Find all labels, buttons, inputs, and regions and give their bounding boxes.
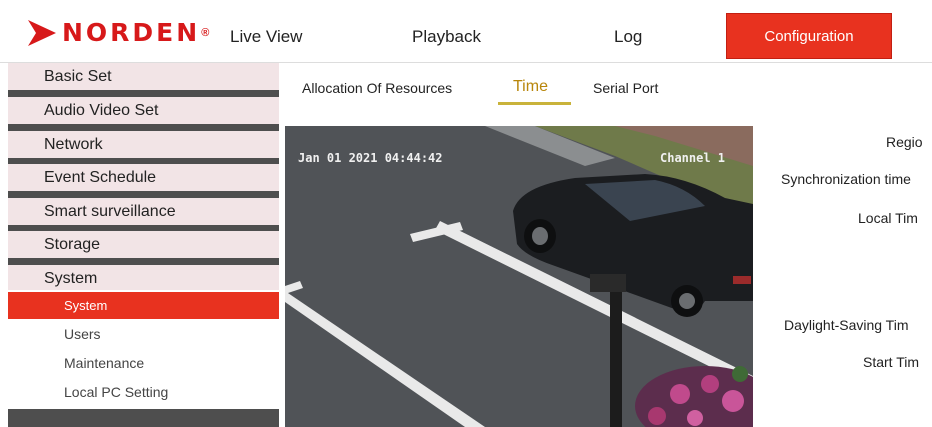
sidebar-item-storage[interactable]: Storage [8,231,279,258]
sidebar-item-basic-set[interactable]: Basic Set [8,63,279,90]
label-region: Regio [886,134,923,150]
brand-registered-mark: ® [201,27,210,39]
sidebar-item-network[interactable]: Network [8,131,279,158]
video-channel-overlay: Channel 1 [660,151,726,165]
active-tab-indicator [498,102,571,105]
label-local-time: Local Tim [858,210,918,226]
sidebar-item-system[interactable]: System [8,265,279,292]
submenu-item-maintenance[interactable]: Maintenance [8,350,279,377]
sidebar-item-event-schedule[interactable]: Event Schedule [8,164,279,191]
camera-scene-image [285,126,753,427]
nav-playback[interactable]: Playback [412,27,481,47]
sidebar-item-audio-video-set[interactable]: Audio Video Set [8,97,279,124]
label-start-time: Start Tim [863,354,920,370]
sidebar: Basic Set Audio Video Set Network Event … [8,63,279,427]
video-timestamp-overlay: Jan 01 2021 04:44:42 [298,151,443,165]
nav-configuration[interactable]: Configuration [726,13,892,59]
brand-name: NORDEN [62,18,201,47]
system-submenu: System Users Maintenance Local PC Settin… [8,290,279,409]
submenu-item-local-pc-setting[interactable]: Local PC Setting [8,379,279,406]
label-daylight-saving-time: Daylight-Saving Tim [784,317,909,333]
config-tabs: Allocation Of Resources Time Serial Port [280,63,932,107]
submenu-item-users[interactable]: Users [8,321,279,348]
label-synchronization-time: Synchronization time [781,171,911,187]
video-preview: Jan 01 2021 04:44:42 Channel 1 [285,126,753,427]
tab-time[interactable]: Time [513,78,548,96]
brand-logo: NORDEN ® [26,18,209,48]
top-navigation-bar: NORDEN ® Live View Playback Log Configur… [0,0,932,63]
brand-arrow-icon [28,20,56,46]
sidebar-item-smart-surveillance[interactable]: Smart surveillance [8,198,279,225]
tab-allocation-of-resources[interactable]: Allocation Of Resources [302,80,452,96]
submenu-item-system[interactable]: System [8,292,279,319]
tab-serial-port[interactable]: Serial Port [593,80,658,96]
nav-live-view[interactable]: Live View [230,27,302,47]
nav-log[interactable]: Log [614,27,642,47]
